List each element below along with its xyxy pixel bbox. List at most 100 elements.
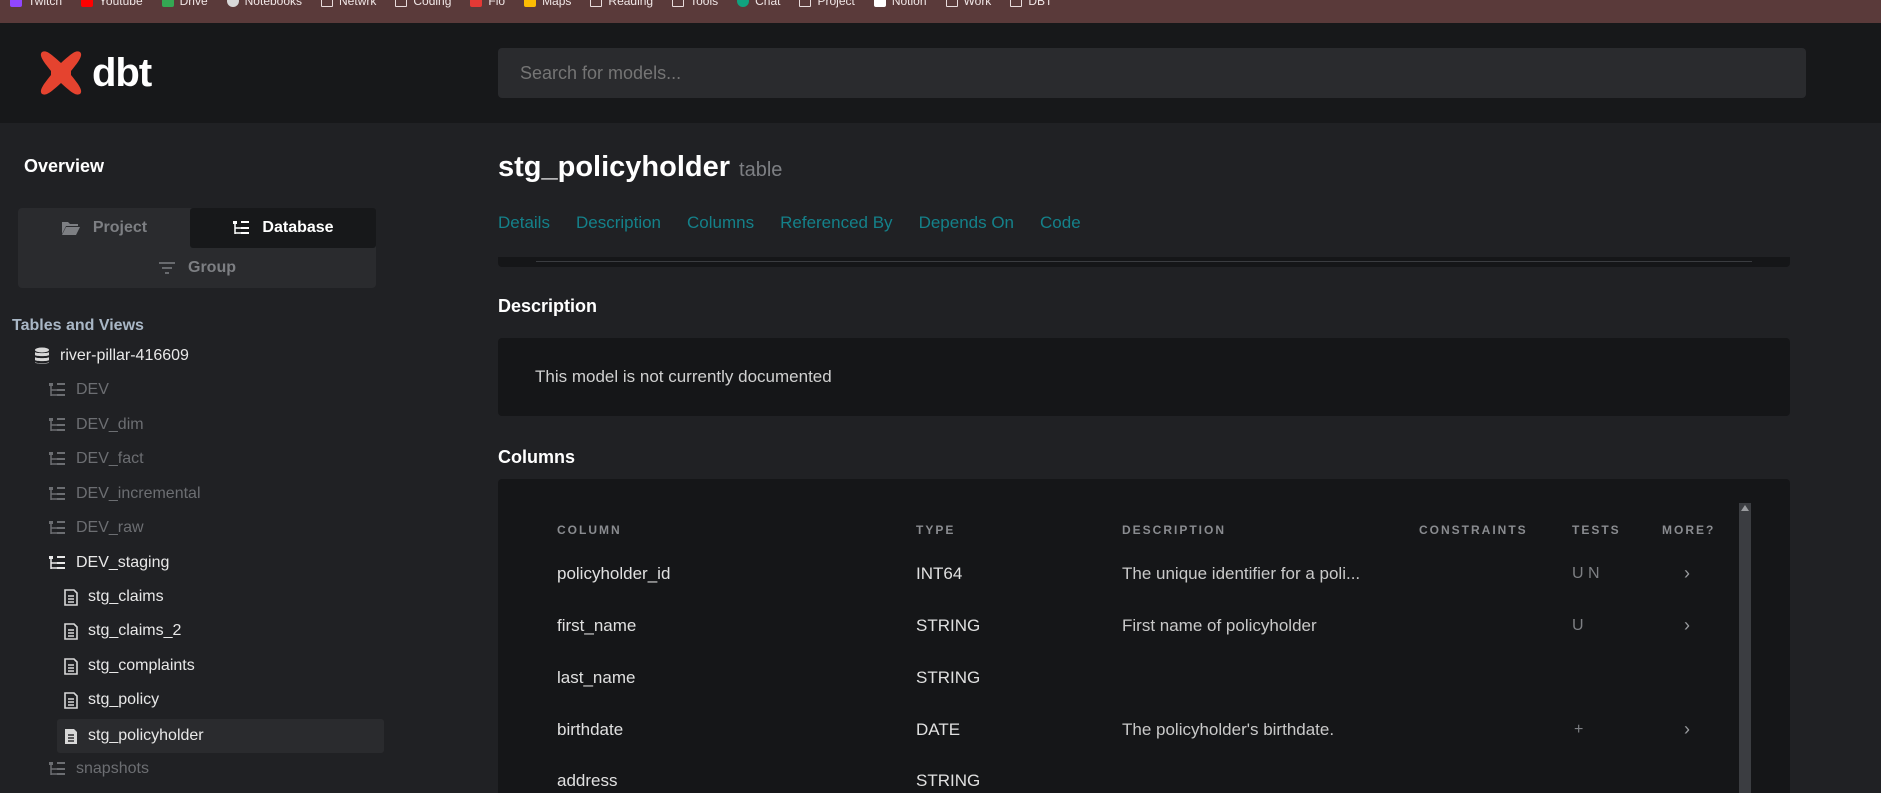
schema-tree-icon bbox=[49, 418, 65, 431]
folder-icon bbox=[799, 0, 812, 7]
dbt-logo-icon bbox=[40, 51, 82, 95]
toggle-project[interactable]: Project bbox=[18, 208, 190, 248]
bookmark-netwrk[interactable]: Netwrk bbox=[321, 0, 376, 8]
view-toggle: Project Database Group bbox=[18, 208, 376, 288]
tables-and-views-title: Tables and Views bbox=[12, 317, 144, 334]
filter-lines-icon bbox=[159, 262, 175, 274]
description-text: This model is not currently documented bbox=[535, 367, 832, 386]
chevron-right-icon[interactable]: › bbox=[1684, 615, 1690, 636]
column-header-description: DESCRIPTION bbox=[1122, 523, 1227, 537]
tab-description[interactable]: Description bbox=[576, 213, 661, 233]
bookmark-project[interactable]: Project bbox=[799, 0, 855, 8]
chevron-right-icon[interactable]: › bbox=[1684, 563, 1690, 584]
column-type: STRING bbox=[916, 616, 981, 635]
model-item-stg-claims[interactable]: stg_claims bbox=[64, 588, 164, 606]
toggle-database[interactable]: Database bbox=[190, 208, 376, 248]
chevron-right-icon[interactable]: › bbox=[1684, 719, 1690, 740]
database-item[interactable]: river-pillar-416609 bbox=[34, 347, 189, 365]
schema-item-dev-raw[interactable]: DEV_raw bbox=[48, 519, 144, 537]
schema-tree-icon bbox=[49, 452, 65, 465]
drive-icon bbox=[161, 0, 174, 7]
schema-item-dev-staging[interactable]: DEV_staging bbox=[48, 554, 169, 572]
bookmark-chat[interactable]: Chat bbox=[737, 0, 780, 8]
scroll-up-arrow-icon[interactable] bbox=[1741, 505, 1749, 511]
details-panel bbox=[498, 257, 1790, 267]
column-description: The policyholder's birthdate. bbox=[1122, 720, 1335, 739]
schema-tree-icon bbox=[49, 762, 65, 775]
columns-heading: Columns bbox=[498, 447, 576, 467]
schema-item-dev-incremental[interactable]: DEV_incremental bbox=[48, 485, 201, 503]
schema-item-dev-fact[interactable]: DEV_fact bbox=[48, 450, 144, 468]
tab-details[interactable]: Details bbox=[498, 213, 550, 233]
globe-icon bbox=[226, 0, 239, 7]
chat-icon bbox=[737, 0, 750, 7]
folder-icon bbox=[321, 0, 334, 7]
column-name: birthdate bbox=[557, 720, 624, 739]
bookmark-maps[interactable]: Maps bbox=[524, 0, 571, 8]
bookmark-flo[interactable]: Flo bbox=[470, 0, 505, 8]
column-type: STRING bbox=[916, 771, 981, 790]
columns-table: COLUMN TYPE DESCRIPTION CONSTRAINTS TEST… bbox=[498, 479, 1790, 793]
bookmark-tools[interactable]: Tools bbox=[672, 0, 718, 8]
schema-item-dev[interactable]: DEV bbox=[48, 381, 109, 399]
schema-item-snapshots[interactable]: snapshots bbox=[48, 760, 149, 778]
model-item-stg-complaints[interactable]: stg_complaints bbox=[64, 657, 195, 675]
page-title: stg_policyholder table bbox=[498, 151, 782, 184]
app-header: dbt bbox=[0, 23, 1881, 123]
scrollbar[interactable] bbox=[1739, 503, 1751, 793]
search-input[interactable] bbox=[498, 48, 1806, 98]
folder-open-icon bbox=[61, 222, 80, 235]
dbt-logo[interactable]: dbt bbox=[36, 49, 152, 97]
document-icon bbox=[64, 657, 78, 675]
bookmark-drive[interactable]: Drive bbox=[161, 0, 208, 8]
folder-icon bbox=[395, 0, 408, 7]
description-heading: Description bbox=[498, 296, 598, 316]
tab-depends-on[interactable]: Depends On bbox=[919, 213, 1014, 233]
bookmark-notebooks[interactable]: Notebooks bbox=[226, 0, 302, 8]
bookmark-work[interactable]: Work bbox=[945, 0, 991, 8]
divider bbox=[536, 261, 1752, 262]
document-icon bbox=[65, 728, 77, 744]
model-item-stg-policyholder[interactable]: stg_policyholder bbox=[57, 719, 384, 753]
bookmark-coding[interactable]: Coding bbox=[395, 0, 451, 8]
notion-icon bbox=[873, 0, 886, 7]
document-icon bbox=[64, 588, 78, 606]
sidebar: Overview Project Database Group Tables a… bbox=[0, 123, 400, 793]
folder-icon bbox=[1010, 0, 1023, 7]
column-header-constraints: CONSTRAINTS bbox=[1419, 523, 1528, 537]
column-header-tests: TESTS bbox=[1572, 523, 1621, 537]
schema-item-dev-dim[interactable]: DEV_dim bbox=[48, 416, 144, 434]
tab-referenced-by[interactable]: Referenced By bbox=[780, 213, 892, 233]
tab-columns[interactable]: Columns bbox=[687, 213, 754, 233]
database-icon bbox=[35, 347, 49, 364]
bookmark-notion[interactable]: Notion bbox=[873, 0, 927, 8]
description-panel: This model is not currently documented bbox=[498, 338, 1790, 416]
toggle-group[interactable]: Group bbox=[18, 248, 376, 288]
tree-icon bbox=[233, 221, 250, 234]
column-type: DATE bbox=[916, 720, 961, 739]
bookmark-twitch[interactable]: Twitch bbox=[10, 0, 62, 8]
bookmark-youtube[interactable]: Youtube bbox=[81, 0, 143, 8]
overview-link[interactable]: Overview bbox=[24, 156, 104, 177]
schema-tree-icon bbox=[49, 556, 65, 569]
tab-code[interactable]: Code bbox=[1040, 213, 1081, 233]
twitch-icon bbox=[10, 0, 22, 7]
schema-tree-icon bbox=[49, 383, 65, 396]
model-item-stg-claims-2[interactable]: stg_claims_2 bbox=[64, 622, 181, 640]
column-name: address bbox=[557, 771, 618, 790]
column-header-more: MORE? bbox=[1662, 523, 1716, 537]
bookmark-dbt[interactable]: DBT bbox=[1010, 0, 1052, 8]
model-type-badge: table bbox=[739, 159, 783, 181]
column-description: First name of policyholder bbox=[1122, 616, 1317, 635]
bookmark-reading[interactable]: Reading bbox=[590, 0, 653, 8]
column-description: The unique identifier for a poli... bbox=[1122, 564, 1361, 583]
column-type: STRING bbox=[916, 668, 981, 687]
folder-icon bbox=[945, 0, 958, 7]
schema-tree-icon bbox=[49, 487, 65, 500]
folder-icon bbox=[672, 0, 685, 7]
column-type: INT64 bbox=[916, 564, 963, 583]
section-tabs: Details Description Columns Referenced B… bbox=[498, 213, 1107, 233]
document-icon bbox=[64, 622, 78, 640]
column-name: last_name bbox=[557, 668, 636, 687]
model-item-stg-policy[interactable]: stg_policy bbox=[64, 691, 159, 709]
